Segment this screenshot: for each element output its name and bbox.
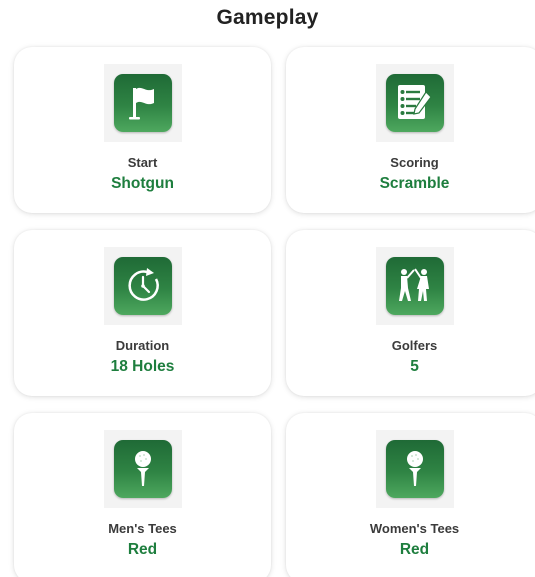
card-value: Red xyxy=(399,541,430,558)
card-value: Scramble xyxy=(379,175,450,192)
card-womens-tees: Women's Tees Red xyxy=(286,413,535,577)
golf-ball-tee-icon xyxy=(113,440,172,498)
icon-frame xyxy=(375,64,454,142)
card-mens-tees: Men's Tees Red xyxy=(14,413,271,577)
card-label: Men's Tees xyxy=(108,521,177,536)
card-start: Start Shotgun xyxy=(14,47,271,213)
card-label: Women's Tees xyxy=(369,521,460,536)
card-value: 18 Holes xyxy=(110,358,175,375)
clock-icon xyxy=(113,257,172,315)
gameplay-page: Gameplay Start Shotgun Scoring Scramble … xyxy=(0,0,535,577)
icon-frame xyxy=(103,64,182,142)
card-value: Shotgun xyxy=(111,175,174,192)
section-title: Gameplay xyxy=(216,6,319,29)
card-label: Duration xyxy=(115,338,170,353)
icon-frame xyxy=(103,247,182,325)
card-label: Start xyxy=(127,155,158,170)
card-value: 5 xyxy=(410,358,419,375)
golf-ball-tee-icon xyxy=(385,440,444,498)
golfers-icon xyxy=(385,257,444,315)
card-golfers: Golfers 5 xyxy=(286,230,535,396)
card-scoring: Scoring Scramble xyxy=(286,47,535,213)
card-label: Golfers xyxy=(391,338,438,353)
icon-frame xyxy=(375,247,454,325)
card-value: Red xyxy=(127,541,158,558)
card-label: Scoring xyxy=(390,155,439,170)
scorecard-pencil-icon xyxy=(385,74,444,132)
flag-icon xyxy=(113,74,172,132)
icon-frame xyxy=(375,430,454,508)
icon-frame xyxy=(103,430,182,508)
card-duration: Duration 18 Holes xyxy=(14,230,271,396)
